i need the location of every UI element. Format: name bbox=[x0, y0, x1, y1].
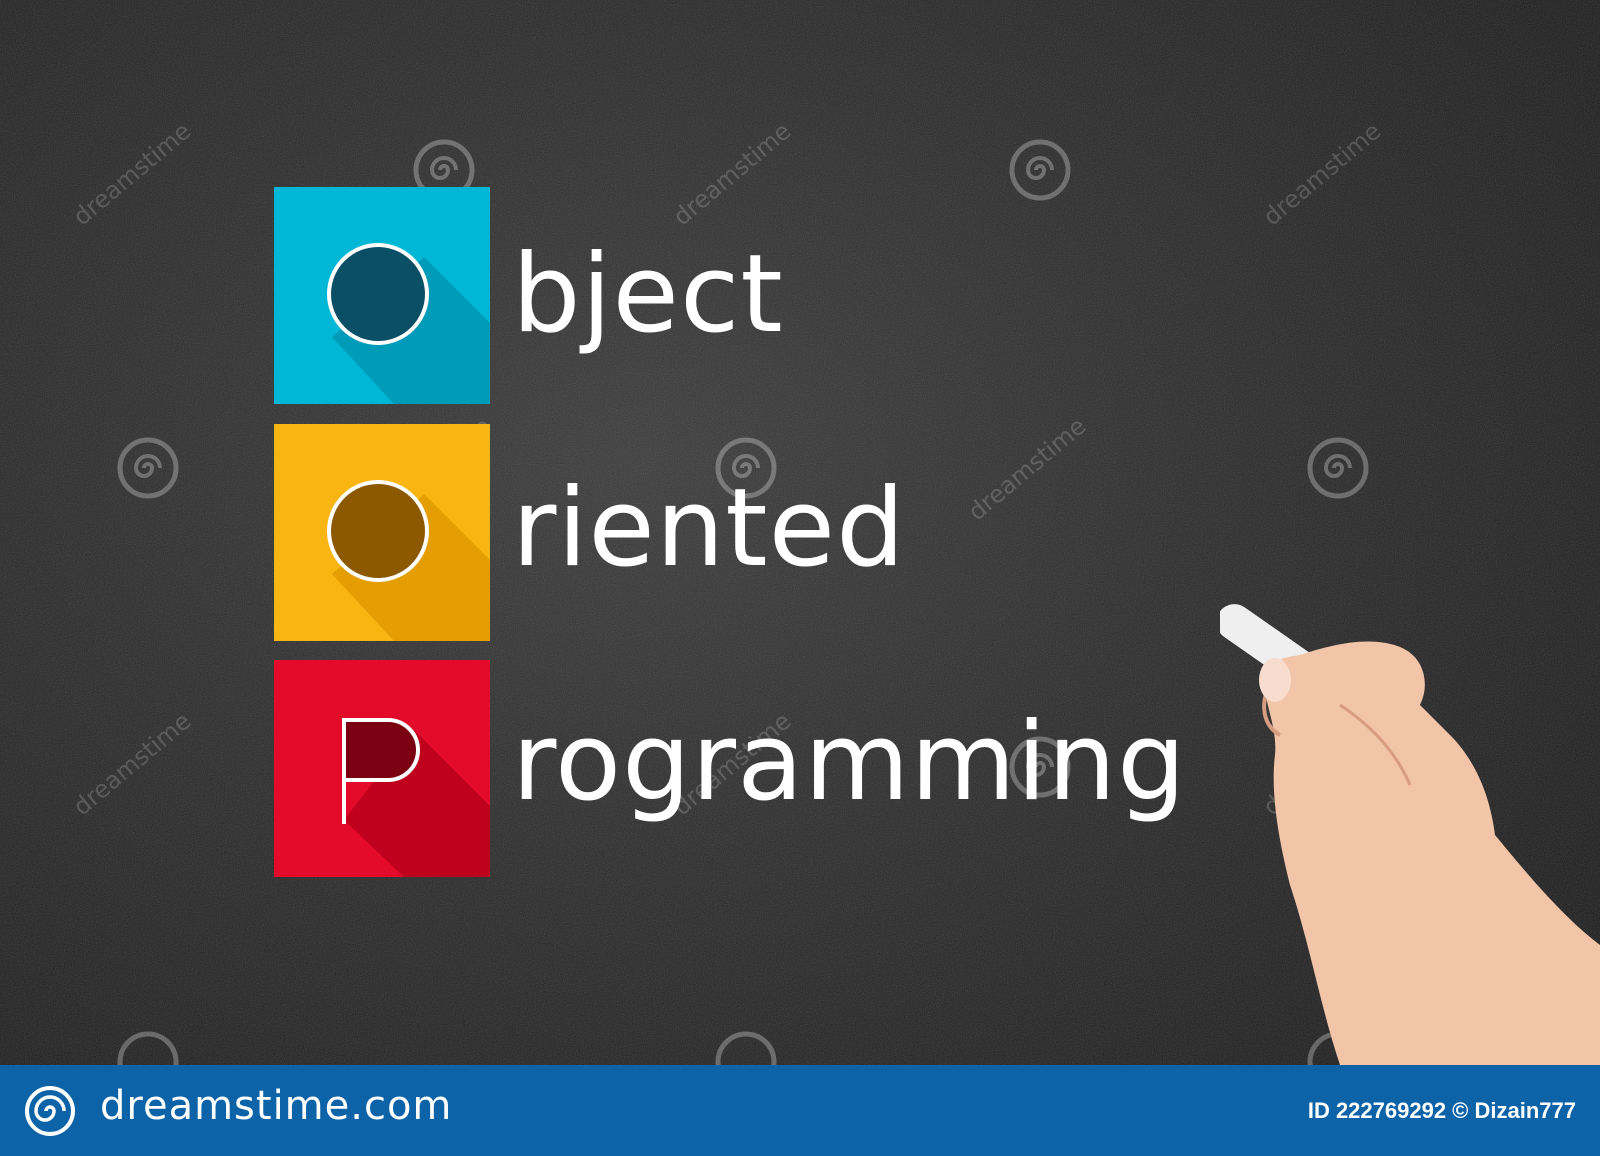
letter-p-glyph bbox=[342, 718, 420, 824]
blackboard-photo: dreamstime dreamstime dreamstime dreamst… bbox=[0, 0, 1600, 1156]
word-programming: rogramming bbox=[512, 700, 1187, 825]
watermark-spiral-icon bbox=[117, 437, 179, 499]
letter-o-circle bbox=[327, 480, 429, 582]
acronym-tile-o bbox=[274, 187, 490, 404]
footer-brand: dreamstime.com bbox=[100, 1083, 453, 1129]
watermark-footer-bar: dreamstime.com ID 222769292 © Dizain777 bbox=[0, 1065, 1600, 1156]
word-object: bject bbox=[512, 232, 784, 357]
acronym-tile-o bbox=[274, 424, 490, 641]
letter-o-circle bbox=[327, 243, 429, 345]
watermark-spiral-icon bbox=[1009, 139, 1071, 201]
acronym-tile-p bbox=[274, 660, 490, 877]
hand-with-chalk bbox=[1220, 604, 1600, 1065]
footer-image-id: ID 222769292 © Dizain777 bbox=[1307, 1098, 1576, 1123]
watermark-spiral-icon bbox=[1307, 437, 1369, 499]
word-oriented: riented bbox=[512, 466, 906, 591]
dreamstime-logo-icon bbox=[25, 1086, 75, 1136]
